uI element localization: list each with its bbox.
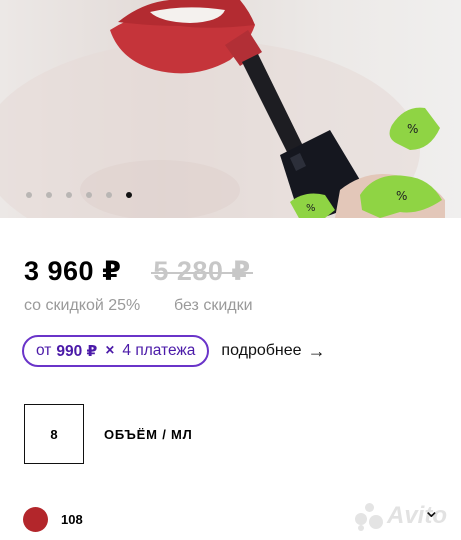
gallery-dot[interactable] (46, 192, 52, 198)
gallery-dot[interactable] (86, 192, 92, 198)
price-row: 3 960 ₽ 5 280 ₽ (24, 256, 254, 287)
installments-pill[interactable]: от 990 ₽ × 4 платежа (22, 335, 210, 367)
gallery-dot[interactable] (26, 192, 32, 198)
shade-option[interactable]: 108 (23, 507, 83, 532)
volume-selector[interactable]: 8 (24, 404, 84, 464)
old-price: 5 280 ₽ (151, 256, 254, 286)
price-notes: со скидкой 25% без скидки (24, 297, 253, 315)
svg-text:%: % (396, 189, 407, 203)
installments-from: от (36, 342, 52, 359)
avito-logo-icon (355, 503, 385, 531)
svg-text:%: % (306, 203, 316, 214)
lipstick-photo: % % % (0, 0, 445, 218)
chevron-down-icon[interactable]: ⌄ (423, 498, 440, 523)
volume-option: 8 ОБЪЁМ / МЛ (24, 404, 193, 464)
arrow-right-icon: → (307, 340, 326, 361)
no-discount-note: без скидки (174, 297, 253, 314)
svg-text:%: % (407, 122, 418, 136)
product-image[interactable]: % % % (0, 0, 461, 218)
discount-note: со скидкой 25% (24, 297, 141, 314)
gallery-dot[interactable] (106, 192, 112, 198)
volume-value: 8 (50, 426, 58, 442)
installments-row: от 990 ₽ × 4 платежа подробнее → (22, 335, 326, 367)
current-price: 3 960 ₽ (24, 256, 122, 286)
shade-swatch[interactable] (23, 507, 48, 532)
volume-label: ОБЪЁМ / МЛ (104, 426, 193, 442)
gallery-pagination[interactable] (26, 192, 146, 198)
installments-amount: 990 ₽ (56, 342, 98, 360)
more-label: подробнее (221, 342, 302, 359)
more-link[interactable]: подробнее → (221, 341, 325, 362)
installments-times: × (105, 342, 115, 359)
gallery-dot-active[interactable] (126, 192, 132, 198)
shade-number: 108 (61, 512, 83, 527)
installments-count: 4 платежа (122, 342, 196, 359)
gallery-dot[interactable] (66, 192, 72, 198)
